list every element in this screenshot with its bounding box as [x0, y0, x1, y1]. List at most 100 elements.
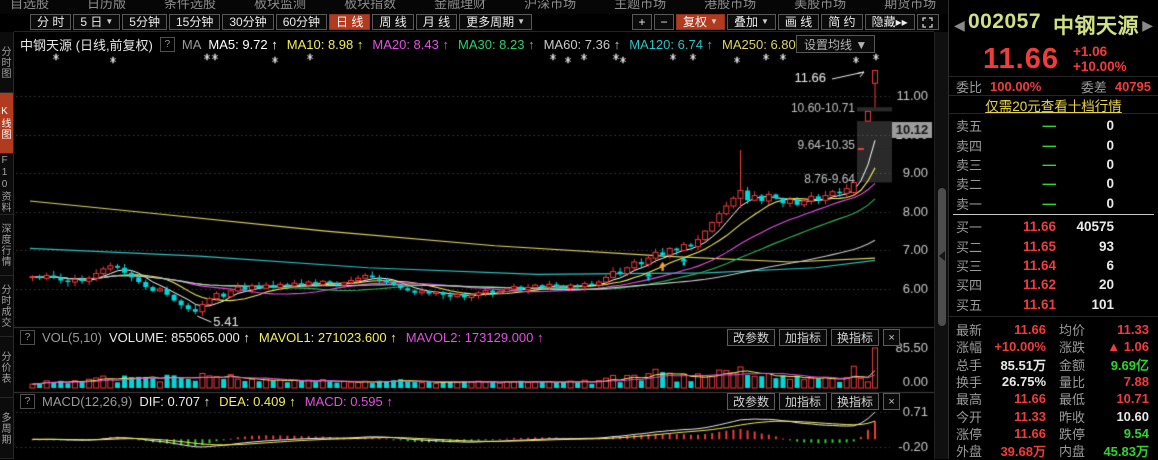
sidebar-item-多周期[interactable]: 多周期: [0, 398, 13, 459]
orderbook-level-label: 买四: [956, 275, 990, 294]
zoom-out-button[interactable]: −: [654, 14, 674, 30]
stat-label: 内盘: [1059, 441, 1095, 460]
sidebar-item-label: 分时成交: [0, 284, 12, 328]
stat-label: 最高: [956, 389, 992, 408]
indicator-param-button[interactable]: 换指标: [831, 329, 879, 346]
prev-stock-button[interactable]: ◀: [954, 17, 965, 34]
period-button-group: 分 时5 日▼5分钟15分钟30分钟60分钟日 线周 线月 线更多周期▼: [30, 14, 532, 30]
indicator-value: DIF: 0.707 ↑: [139, 394, 210, 409]
period-button[interactable]: 日 线: [329, 14, 370, 30]
indicator-value: MA10: 8.98 ↑: [287, 37, 364, 52]
tool-button[interactable]: 叠加▼: [727, 14, 776, 30]
sidebar-item-label: K线图: [0, 106, 12, 140]
stat-row: 涨幅+10.00%涨跌▲ 1.06: [949, 338, 1158, 355]
period-button[interactable]: 5分钟: [122, 14, 167, 30]
tool-button[interactable]: 简 约: [821, 14, 862, 30]
close-icon[interactable]: ×: [883, 329, 900, 346]
period-button[interactable]: 30分钟: [222, 14, 273, 30]
sidebar-item-深度行情[interactable]: 深度行情: [0, 215, 13, 276]
stat-value: 39.68万: [992, 441, 1059, 460]
sidebar-item-label: F10资料: [0, 155, 12, 213]
indicator-param-button[interactable]: 改参数: [727, 393, 775, 410]
stat-label: 跌停: [1059, 424, 1095, 443]
stat-value: 9.54: [1095, 426, 1149, 441]
panel-splitter[interactable]: [934, 32, 948, 459]
fullscreen-icon: [922, 17, 933, 28]
help-icon[interactable]: ?: [20, 394, 35, 409]
sidebar-item-K线图[interactable]: K线图: [0, 93, 13, 154]
price-row: 11.66 +1.06 +10.00%: [949, 43, 1158, 75]
period-button[interactable]: 15分钟: [169, 14, 220, 30]
sidebar-item-label: 分价表: [0, 351, 12, 384]
change-block: +1.06 +10.00%: [1073, 44, 1127, 74]
help-icon[interactable]: ?: [160, 37, 175, 52]
top-menu-item[interactable]: 板块指数: [344, 0, 396, 12]
help-icon[interactable]: ?: [20, 330, 35, 345]
tool-button[interactable]: 复权▼: [676, 14, 725, 30]
top-menu-item[interactable]: 日历版: [87, 0, 126, 12]
period-button[interactable]: 周 线: [372, 14, 413, 30]
top-menu-item[interactable]: 条件选股: [164, 0, 216, 12]
orderbook-row: 卖三—0: [949, 155, 1158, 174]
tool-button-group: +−复权▼叠加▼画 线简 约隐藏▸▸: [632, 14, 939, 30]
macd-values: DIF: 0.707 ↑ DEA: 0.409 ↑ MACD: 0.595 ↑: [139, 394, 393, 409]
period-button[interactable]: 5 日▼: [73, 14, 120, 30]
orderbook-price: 11.66: [990, 219, 1056, 234]
indicator-value: DEA: 0.409 ↑: [219, 394, 296, 409]
orderbook-price: —: [990, 196, 1056, 211]
top-menu-item[interactable]: 美股市场: [794, 0, 846, 12]
stat-label: 今开: [956, 407, 992, 426]
period-button[interactable]: 60分钟: [276, 14, 327, 30]
indicator-param-button[interactable]: 换指标: [831, 393, 879, 410]
sidebar-item-分时图[interactable]: 分时图: [0, 32, 13, 93]
next-stock-button[interactable]: ▶: [1142, 17, 1153, 34]
tool-button[interactable]: 隐藏▸▸: [865, 14, 915, 30]
period-button[interactable]: 更多周期▼: [459, 14, 532, 30]
stat-row: 最新11.66均价11.33: [949, 321, 1158, 338]
indicator-param-button[interactable]: 加指标: [779, 329, 827, 346]
quote-panel: ◀ 002057 中钢天源 ▶ 11.66 +1.06 +10.00% 委比 1…: [948, 0, 1158, 459]
chevron-down-icon: ▼: [105, 18, 113, 26]
indicator-value: MA5: 9.72 ↑: [208, 37, 277, 52]
indicator-value: MACD: 0.595 ↑: [305, 394, 393, 409]
fullscreen-button[interactable]: [917, 14, 939, 30]
stat-row: 总手85.51万金额9.69亿: [949, 356, 1158, 373]
top-menu-item[interactable]: 期货市场: [884, 0, 936, 12]
sidebar-item-label: 分时图: [0, 46, 12, 79]
kline-title: 中钢天源 (日线,前复权): [20, 35, 153, 54]
stat-value: ▲ 1.06: [1095, 339, 1149, 354]
stat-label: 最低: [1059, 389, 1095, 408]
indicator-param-button[interactable]: 改参数: [727, 329, 775, 346]
orderbook-level-label: 卖四: [956, 136, 990, 155]
top-menu-item[interactable]: 主题市场: [614, 0, 666, 12]
macd-indicator-name: MACD(12,26,9): [42, 394, 132, 409]
sidebar-item-F10资料[interactable]: F10资料: [0, 154, 13, 215]
level2-promo-link[interactable]: 仅需20元查看十档行情: [985, 95, 1122, 115]
ma-settings-button[interactable]: 设置均线 ▼: [796, 35, 875, 53]
sidebar-item-分时成交[interactable]: 分时成交: [0, 276, 13, 337]
top-menu-item[interactable]: 沪深市场: [524, 0, 576, 12]
indicator-param-button[interactable]: 加指标: [779, 393, 827, 410]
orderbook-level-label: 卖一: [956, 194, 990, 213]
stat-label: 金额: [1059, 355, 1095, 374]
top-menu-item[interactable]: 港股市场: [704, 0, 756, 12]
top-menu-item[interactable]: 板块监测: [254, 0, 306, 12]
period-button[interactable]: 分 时: [30, 14, 71, 30]
orderbook-volume: 6: [1056, 258, 1114, 273]
zoom-in-button[interactable]: +: [632, 14, 652, 30]
tool-button[interactable]: 画 线: [778, 14, 819, 30]
sidebar-item-分价表[interactable]: 分价表: [0, 337, 13, 398]
orderbook-volume: 0: [1056, 176, 1114, 191]
close-icon[interactable]: ×: [883, 393, 900, 410]
period-button[interactable]: 月 线: [416, 14, 457, 30]
indicator-value: MA30: 8.23 ↑: [458, 37, 535, 52]
orderbook-row: 卖五—0: [949, 116, 1158, 135]
top-menu-item[interactable]: 自选股: [10, 0, 49, 12]
top-menu-item[interactable]: 金融理财: [434, 0, 486, 12]
indicator-value: MAVOL2: 173129.000 ↑: [406, 330, 544, 345]
stock-name: 中钢天源: [1053, 10, 1139, 40]
kline-pane-header: 中钢天源 (日线,前复权) ? MA MA5: 9.72 ↑MA10: 8.98…: [20, 36, 806, 52]
ma-values: MA5: 9.72 ↑MA10: 8.98 ↑MA20: 8.43 ↑MA30:…: [208, 37, 805, 52]
last-price: 11.66: [983, 43, 1059, 76]
orderbook-level-label: 买三: [956, 256, 990, 275]
